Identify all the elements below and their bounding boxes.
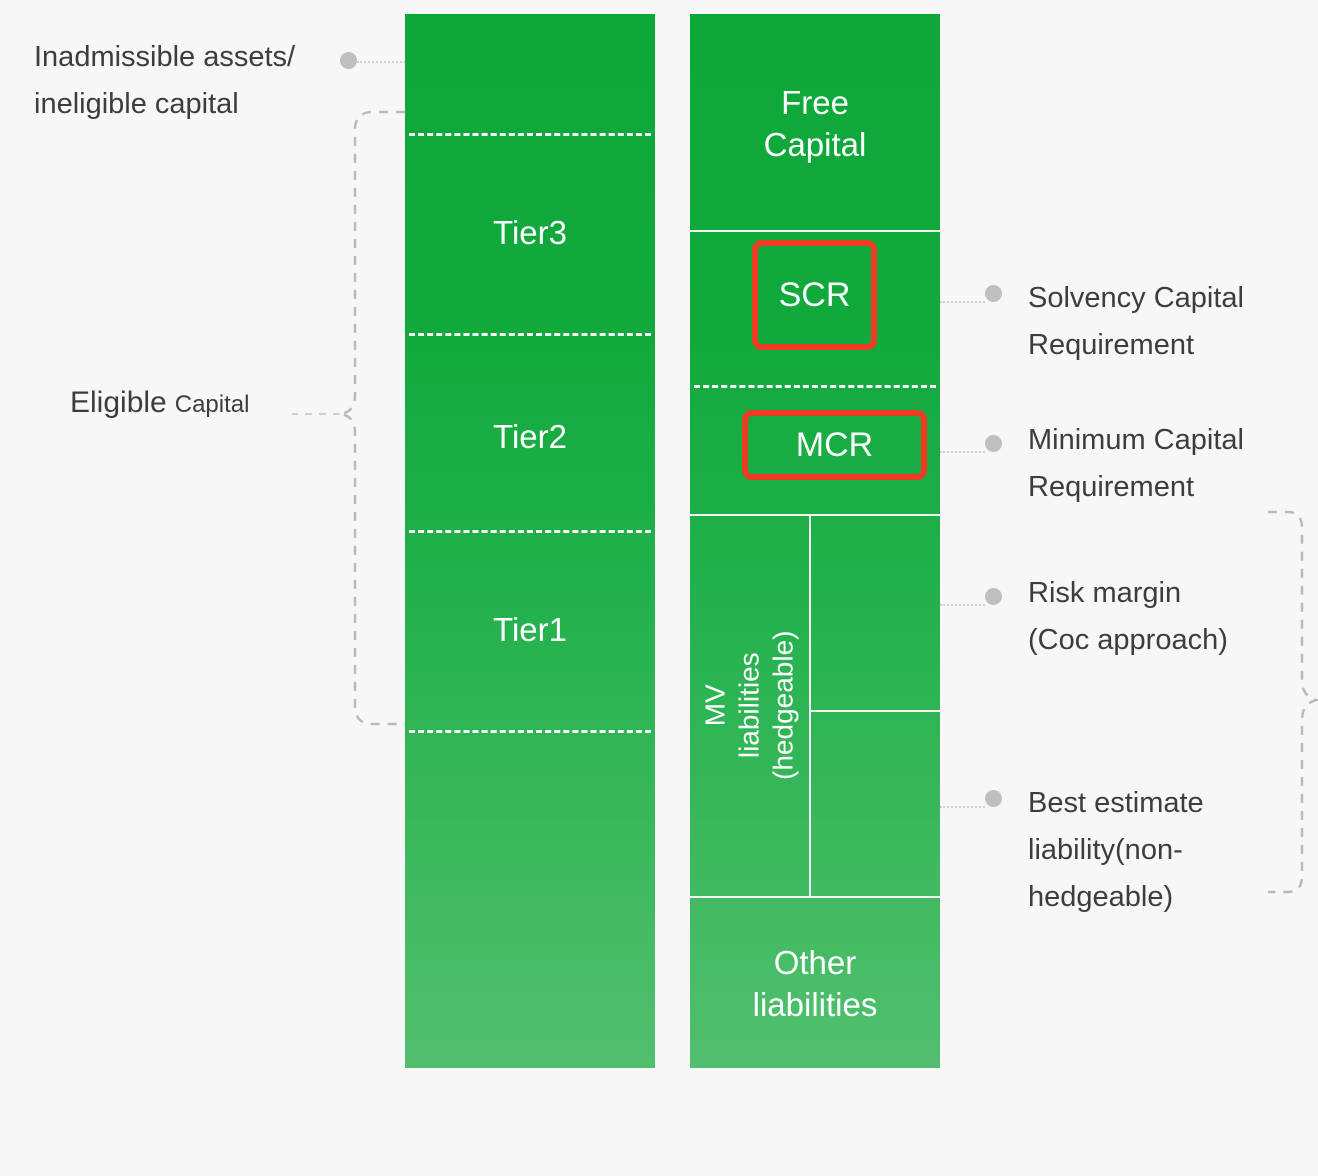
tier-divider-1	[409, 133, 651, 136]
divider-scr-mcr	[694, 385, 936, 388]
connector-dot-scr	[985, 285, 1002, 302]
connector-dot-risk-margin	[985, 588, 1002, 605]
label-inadmissible-assets: Inadmissible assets/ ineligible capital	[34, 41, 296, 120]
connector-dot-best-estimate	[985, 790, 1002, 807]
label-solvency-capital-requirement: Solvency Capital Requirement	[1028, 282, 1244, 361]
balance-sheet-bar: Free Capital Other liabilities	[690, 14, 940, 1068]
tier-divider-3	[409, 530, 651, 533]
leader-line-inadmissible	[357, 61, 409, 63]
capital-tiers-bar: Tier3 Tier2 Tier1	[405, 14, 655, 1068]
leader-line-risk-margin	[940, 604, 985, 606]
scr-label: SCR	[778, 275, 851, 314]
label-best-estimate-liability: Best estimate liability(non- hedgeable)	[1028, 787, 1204, 913]
leader-line-best-estimate	[940, 806, 985, 808]
eligible-capital-brace	[339, 110, 405, 726]
divider-other-liabilities	[690, 896, 940, 898]
leader-line-scr	[940, 301, 985, 303]
diagram-canvas: Inadmissible assets/ ineligible capital …	[0, 0, 1318, 1176]
label-eligible-primary: Eligible	[70, 386, 167, 419]
divider-free-capital	[690, 230, 940, 232]
segment-label-tier2: Tier2	[493, 418, 567, 455]
label-risk-margin: Risk margin (Coc approach)	[1028, 577, 1228, 656]
segment-label-tier1: Tier1	[493, 611, 567, 648]
tier-divider-2	[409, 333, 651, 336]
mcr-highlight-box[interactable]: MCR	[742, 410, 927, 480]
connector-dot-mcr	[985, 435, 1002, 452]
label-minimum-capital-requirement: Minimum Capital Requirement	[1028, 424, 1244, 503]
leader-line-mcr	[940, 451, 985, 453]
divider-mcr-liabilities	[690, 514, 940, 516]
connector-dot-inadmissible	[340, 52, 357, 69]
label-eligible-capital: Eligible Capital	[70, 386, 249, 420]
label-eligible-secondary: Capital	[174, 391, 250, 418]
mcr-label: MCR	[795, 425, 874, 464]
tier-divider-4	[409, 730, 651, 733]
segment-label-tier3: Tier3	[493, 214, 567, 251]
segment-label-other-liabilities: Other liabilities	[752, 944, 878, 1024]
divider-risk-margin-bel	[809, 710, 940, 712]
divider-mv-liabilities-vertical	[809, 514, 811, 896]
segment-label-free-capital: Free Capital	[763, 84, 867, 164]
scr-highlight-box[interactable]: SCR	[752, 240, 877, 350]
